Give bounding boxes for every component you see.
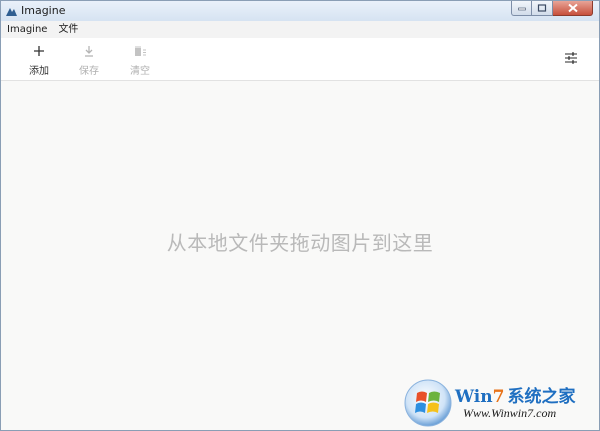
close-button[interactable]: [553, 1, 593, 16]
mountain-icon: [6, 8, 17, 16]
clear-button[interactable]: 清空: [120, 38, 160, 80]
plus-icon: [34, 46, 44, 56]
watermark-url: Www.Winwin7.com: [463, 406, 557, 420]
watermark-brand-seven: 7: [492, 387, 505, 407]
settings-sliders-icon[interactable]: [563, 50, 579, 66]
menu-bar: Imagine 文件: [1, 21, 599, 38]
toolbar: 添加 保存 清空: [1, 38, 599, 81]
watermark-logo: Win7 系统之家 Www.Winwin7.com: [403, 374, 599, 430]
watermark-brand: Win7 系统之家: [455, 382, 575, 407]
download-icon: [85, 46, 93, 57]
maximize-button[interactable]: [532, 1, 553, 16]
title-bar[interactable]: Imagine: [1, 1, 599, 21]
close-icon: [567, 3, 578, 13]
clear-icon: [135, 46, 146, 56]
drop-hint-text: 从本地文件夹拖动图片到这里: [166, 231, 434, 255]
app-window: Imagine Imagine 文件 添加 保存 清空 从本地文件夹拖动图片到这…: [0, 0, 600, 431]
menu-file[interactable]: 文件: [53, 21, 83, 38]
add-label: 添加: [29, 66, 49, 77]
save-label: 保存: [79, 66, 99, 77]
save-button[interactable]: 保存: [69, 38, 109, 80]
add-button[interactable]: 添加: [19, 38, 59, 80]
minimize-button[interactable]: [511, 1, 532, 16]
watermark-brand-win: Win: [455, 387, 493, 407]
maximize-icon: [537, 4, 547, 12]
clear-label: 清空: [130, 66, 150, 77]
window-controls: [511, 1, 593, 18]
menu-imagine[interactable]: Imagine: [2, 21, 52, 38]
window-title: Imagine: [21, 4, 66, 17]
windows-logo-icon: [404, 379, 452, 427]
watermark-brand-rest: 系统之家: [507, 387, 576, 407]
minimize-icon: [517, 7, 526, 11]
